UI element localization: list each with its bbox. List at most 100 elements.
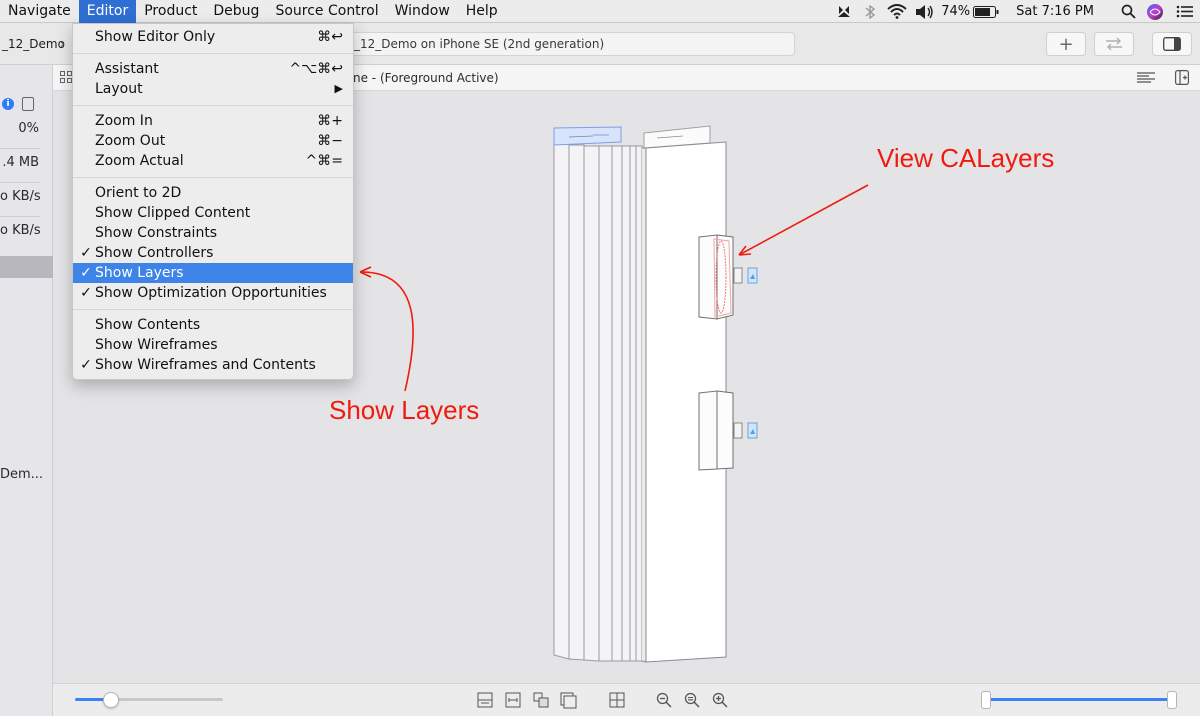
menu-item-label: Assistant — [95, 61, 159, 77]
menu-item-zoom-in[interactable]: Zoom In ⌘+ — [73, 111, 353, 131]
menu-item-label: Show Controllers — [95, 245, 214, 261]
menu-debug[interactable]: Debug — [205, 0, 267, 23]
network-value[interactable]: o KB/s — [0, 223, 53, 238]
spacing-slider-knob[interactable] — [103, 692, 119, 708]
menu-item-show-clipped-content[interactable]: Show Clipped Content — [73, 203, 353, 223]
info-icon[interactable]: i — [2, 98, 14, 110]
menu-item-label: Show Layers — [95, 265, 184, 281]
menu-item-label: Zoom Out — [95, 133, 166, 149]
zoom-out-icon[interactable] — [654, 690, 674, 710]
chevron-right-icon: › — [60, 37, 65, 51]
annotation-show-layers: Show Layers — [329, 395, 480, 425]
scheme-selector[interactable]: _12_Demo › — [0, 33, 72, 55]
separator — [0, 216, 40, 217]
menu-item-show-layers[interactable]: ✓ Show Layers — [73, 263, 353, 283]
swap-arrows-icon — [1106, 37, 1122, 51]
menu-item-orient-to-2d[interactable]: Orient to 2D — [73, 183, 353, 203]
menu-product[interactable]: Product — [136, 0, 205, 23]
zoom-actual-icon[interactable] — [682, 690, 702, 710]
menu-navigate[interactable]: Navigate — [0, 0, 79, 23]
range-slider[interactable] — [981, 689, 1177, 711]
annotation-arrow-show-layers — [359, 266, 414, 392]
menu-editor[interactable]: Editor — [78, 0, 137, 23]
menu-item-show-constraints[interactable]: Show Constraints — [73, 223, 353, 243]
menu-item-zoom-out[interactable]: Zoom Out ⌘− — [73, 131, 353, 151]
clock[interactable]: Sat 7:16 PM — [1016, 4, 1094, 19]
window-layer-stack[interactable] — [553, 142, 643, 662]
clip-icon[interactable] — [531, 690, 551, 710]
wifi-icon[interactable] — [883, 0, 911, 23]
menu-help[interactable]: Help — [458, 0, 506, 23]
menu-item-show-wireframes-and-contents[interactable]: ✓ Show Wireframes and Contents — [73, 355, 353, 375]
grid-icon[interactable] — [60, 71, 72, 83]
separator — [0, 148, 40, 149]
zoom-in-icon[interactable] — [710, 690, 730, 710]
menu-item-label: Show Constraints — [95, 225, 218, 241]
debug-navigator: i 0% .4 MB o KB/s o KB/s Dem... — [0, 65, 53, 716]
volume-icon[interactable] — [911, 0, 939, 23]
menu-window[interactable]: Window — [387, 0, 458, 23]
plus-icon: + — [1058, 33, 1074, 55]
menu-item-label: Zoom In — [95, 113, 153, 129]
cell-lower[interactable] — [698, 390, 758, 471]
cell-upper[interactable] — [698, 234, 758, 320]
editor-menu-dropdown: Show Editor Only ⌘↩ Assistant ^⌥⌘↩ Layout ▶… — [72, 23, 354, 380]
range-slider-low-handle[interactable] — [981, 691, 991, 709]
checkmark-icon: ✓ — [80, 265, 92, 281]
search-icon[interactable] — [1116, 0, 1140, 23]
memory-graph-icon[interactable] — [22, 97, 34, 111]
pinwheel-icon[interactable] — [831, 0, 857, 23]
menu-separator — [73, 177, 353, 178]
annotation-arrow-calayers — [738, 184, 869, 256]
menu-separator — [73, 53, 353, 54]
submenu-arrow-icon: ▶ — [334, 82, 343, 95]
siri-icon[interactable] — [1140, 0, 1170, 23]
menu-item-label: Layout — [95, 81, 143, 97]
menu-item-show-wireframes[interactable]: Show Wireframes — [73, 335, 353, 355]
debug-bar — [53, 683, 1200, 716]
selected-row[interactable] — [0, 256, 53, 278]
menu-item-zoom-actual[interactable]: Zoom Actual ^⌘= — [73, 151, 353, 171]
menu-source-control[interactable]: Source Control — [267, 0, 386, 23]
memory-value[interactable]: .4 MB — [0, 155, 53, 170]
menu-item-assistant[interactable]: Assistant ^⌥⌘↩ — [73, 59, 353, 79]
battery-percent: 74% — [941, 4, 971, 19]
orient-icon[interactable] — [607, 690, 627, 710]
menu-item-layout[interactable]: Layout ▶ — [73, 79, 353, 99]
layers-icon[interactable] — [559, 690, 579, 710]
menu-item-show-contents[interactable]: Show Contents — [73, 315, 353, 335]
menu-item-label: Show Editor Only — [95, 29, 216, 45]
menu-item-label: Show Optimization Opportunities — [95, 285, 327, 301]
menu-bar: Navigate Editor Product Debug Source Con… — [0, 0, 1200, 23]
add-editor-icon[interactable] — [1175, 70, 1190, 86]
frames-icon[interactable] — [475, 690, 495, 710]
disk-value[interactable]: o KB/s — [0, 189, 53, 204]
battery-icon[interactable] — [970, 0, 1002, 23]
annotation-view-calayers: View CALayers — [877, 143, 1055, 173]
panel-right-icon — [1163, 37, 1181, 51]
code-review-button[interactable] — [1094, 32, 1134, 56]
bluetooth-icon[interactable] — [857, 0, 883, 23]
process-row[interactable]: Dem... — [0, 467, 53, 482]
activity-status-text: _12_Demo on iPhone SE (2nd generation) — [354, 37, 605, 51]
inspector-toggle-button[interactable] — [1152, 32, 1192, 56]
checkmark-icon: ✓ — [80, 357, 92, 373]
range-slider-high-handle[interactable] — [1167, 691, 1177, 709]
menu-separator — [73, 105, 353, 106]
menu-item-show-optimization-opportunities[interactable]: ✓ Show Optimization Opportunities — [73, 283, 353, 303]
menu-item-show-editor-only[interactable]: Show Editor Only ⌘↩ — [73, 27, 353, 47]
menu-item-label: Show Clipped Content — [95, 205, 251, 221]
menu-separator — [73, 309, 353, 310]
spacing-slider[interactable] — [75, 689, 223, 711]
activity-status: _12_Demo on iPhone SE (2nd generation) — [345, 32, 795, 56]
cpu-value[interactable]: 0% — [0, 121, 53, 136]
menu-item-show-controllers[interactable]: ✓ Show Controllers — [73, 243, 353, 263]
scheme-label: _12_Demo — [2, 37, 65, 51]
add-button[interactable]: + — [1046, 32, 1086, 56]
checkmark-icon: ✓ — [80, 285, 92, 301]
jump-bar-path[interactable]: ne - (Foreground Active) — [353, 65, 499, 91]
lines-icon[interactable] — [1137, 72, 1155, 84]
menu-item-label: Show Contents — [95, 317, 201, 333]
list-icon[interactable] — [1170, 0, 1200, 23]
fit-icon[interactable] — [503, 690, 523, 710]
